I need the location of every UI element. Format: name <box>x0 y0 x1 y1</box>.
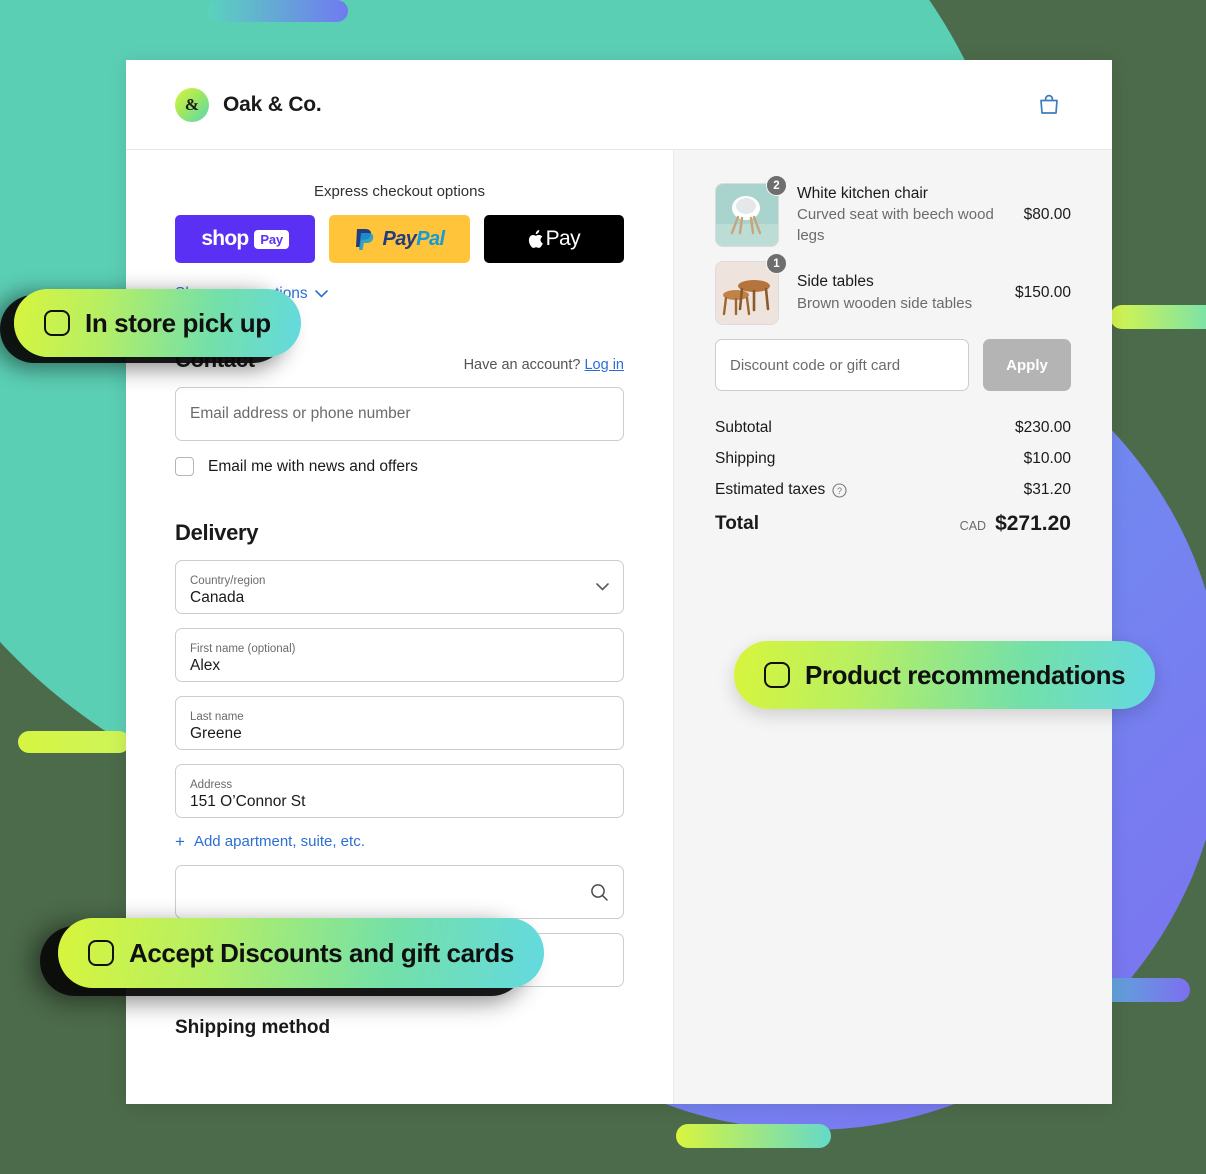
quantity-badge: 1 <box>766 253 787 274</box>
log-in-link[interactable]: Log in <box>584 357 624 373</box>
country-region-label: Country/region <box>190 574 266 587</box>
line-item-price: $150.00 <box>1014 284 1071 301</box>
newsletter-label: Email me with news and offers <box>208 457 418 475</box>
account-prompt-text: Have an account? <box>463 357 581 373</box>
address-label: Address <box>190 778 233 791</box>
email-field-placeholder: Email address or phone number <box>190 405 411 422</box>
paypal-button[interactable]: PayPal <box>329 215 470 263</box>
newsletter-checkbox-row[interactable]: Email me with news and offers <box>175 457 624 476</box>
decorative-pill-left <box>18 731 130 753</box>
feature-pill-in-store-pickup[interactable]: In store pick up <box>14 289 301 357</box>
newsletter-checkbox[interactable] <box>175 457 194 476</box>
checkbox-icon <box>764 662 790 688</box>
express-checkout-buttons: shop Pay PayPal Pay <box>175 215 624 263</box>
feature-pill-product-recommendations[interactable]: Product recommendations <box>734 641 1156 709</box>
line-item-description: Brown wooden side tables <box>797 294 973 312</box>
first-name-label: First name (optional) <box>190 642 296 655</box>
line-item-thumb-wrap: 1 <box>715 253 787 325</box>
line-item-price: $80.00 <box>1023 206 1071 223</box>
country-region-field[interactable]: Country/region Canada <box>175 560 624 614</box>
line-item-thumb-wrap: 2 <box>715 175 787 247</box>
discount-code-input[interactable]: Discount code or gift card <box>715 339 969 391</box>
account-prompt: Have an account? Log in <box>464 357 624 373</box>
decorative-pill-right-upper <box>1110 305 1206 329</box>
line-item: 2 White kitchen chair Curved seat with b… <box>715 175 1071 247</box>
delivery-title: Delivery <box>175 520 259 545</box>
last-name-field[interactable]: Last name Greene <box>175 696 624 750</box>
decorative-pill-bottom <box>676 1124 831 1148</box>
line-item-title: Side tables <box>797 273 874 291</box>
subtotal-value: $230.00 <box>1014 419 1071 436</box>
shop-pay-button[interactable]: shop Pay <box>175 215 316 263</box>
estimated-taxes-label: Estimated taxes <box>715 481 826 498</box>
shipping-value: $10.00 <box>1023 450 1071 467</box>
decorative-pill-top <box>208 0 348 22</box>
add-apartment-label: Add apartment, suite, etc. <box>193 833 365 850</box>
checkbox-icon <box>88 940 114 966</box>
estimated-taxes-label-wrap: Estimated taxes ? <box>715 481 847 499</box>
shopping-bag-icon[interactable] <box>1034 90 1064 120</box>
feature-pill-label: In store pick up <box>85 307 271 338</box>
apple-logo-icon <box>528 230 543 248</box>
shipping-method-title: Shipping method <box>175 1017 331 1038</box>
paypal-wordmark: PayPal <box>382 227 445 250</box>
express-checkout-title: Express checkout options <box>314 183 485 200</box>
total-value: $271.20 <box>995 512 1071 535</box>
paypal-glyph-icon <box>356 228 374 250</box>
ampersand-logo-icon: & <box>175 87 209 122</box>
estimated-taxes-value: $31.20 <box>1023 481 1071 498</box>
country-region-value: Canada <box>190 589 245 607</box>
brand-name: Oak & Co. <box>223 92 322 116</box>
first-name-value: Alex <box>190 657 221 675</box>
shipping-label: Shipping <box>715 450 776 467</box>
currency-code: CAD <box>959 519 987 533</box>
email-field[interactable]: Email address or phone number <box>175 387 624 441</box>
last-name-value: Greene <box>190 725 242 743</box>
estimated-taxes-row: Estimated taxes ? $31.20 <box>715 481 1071 499</box>
address-value: 151 O’Connor St <box>190 793 306 811</box>
feature-pill-label: Accept Discounts and gift cards <box>129 937 514 968</box>
line-item-info: White kitchen chair Curved seat with bee… <box>779 184 1024 247</box>
add-apartment-button[interactable]: + Add apartment, suite, etc. <box>175 833 624 850</box>
apple-pay-label: Pay <box>545 227 581 250</box>
delivery-section-header: Delivery <box>175 520 624 546</box>
shop-pay-word: shop <box>201 227 249 250</box>
shop-pay-logo: shop Pay <box>201 227 289 251</box>
line-item: 1 Side tables Brown wooden side tables $… <box>715 253 1071 325</box>
question-mark-circle-icon[interactable]: ? <box>832 482 847 498</box>
apply-discount-button[interactable]: Apply <box>983 339 1071 391</box>
first-name-field[interactable]: First name (optional) Alex <box>175 628 624 682</box>
brand[interactable]: & Oak & Co. <box>175 87 322 122</box>
shop-pay-chip: Pay <box>254 229 289 249</box>
grand-total-row: Total CAD $271.20 <box>715 512 1071 536</box>
total-label: Total <box>715 513 759 534</box>
subtotal-label: Subtotal <box>715 419 772 436</box>
address-field[interactable]: Address 151 O’Connor St <box>175 764 624 818</box>
chevron-down-icon <box>314 290 328 298</box>
feature-pill-label: Product recommendations <box>805 659 1126 690</box>
line-item-description: Curved seat with beech wood legs <box>797 206 994 245</box>
store-header: & Oak & Co. <box>126 60 1112 150</box>
feature-pill-accept-discounts[interactable]: Accept Discounts and gift cards <box>58 918 544 988</box>
total-value-wrap: CAD $271.20 <box>960 512 1071 536</box>
subtotal-row: Subtotal $230.00 <box>715 419 1071 437</box>
order-summary-column: 2 White kitchen chair Curved seat with b… <box>674 150 1112 1104</box>
plus-icon: + <box>175 832 185 851</box>
search-icon <box>591 883 608 901</box>
shipping-row: Shipping $10.00 <box>715 450 1071 468</box>
apple-pay-logo: Pay <box>528 227 581 251</box>
discount-code-placeholder: Discount code or gift card <box>730 356 901 374</box>
city-field[interactable] <box>175 865 624 919</box>
apple-pay-button[interactable]: Pay <box>483 215 624 263</box>
line-item-info: Side tables Brown wooden side tables <box>779 272 1015 314</box>
chevron-down-icon <box>596 583 609 591</box>
line-item-title: White kitchen chair <box>797 184 928 202</box>
checkbox-icon <box>44 310 70 336</box>
paypal-logo: PayPal <box>354 227 445 252</box>
last-name-label: Last name <box>190 710 244 723</box>
discount-row: Discount code or gift card Apply <box>715 339 1071 391</box>
order-totals: Subtotal $230.00 Shipping $10.00 Estimat… <box>715 419 1071 536</box>
svg-text:?: ? <box>837 486 842 496</box>
quantity-badge: 2 <box>766 175 787 196</box>
